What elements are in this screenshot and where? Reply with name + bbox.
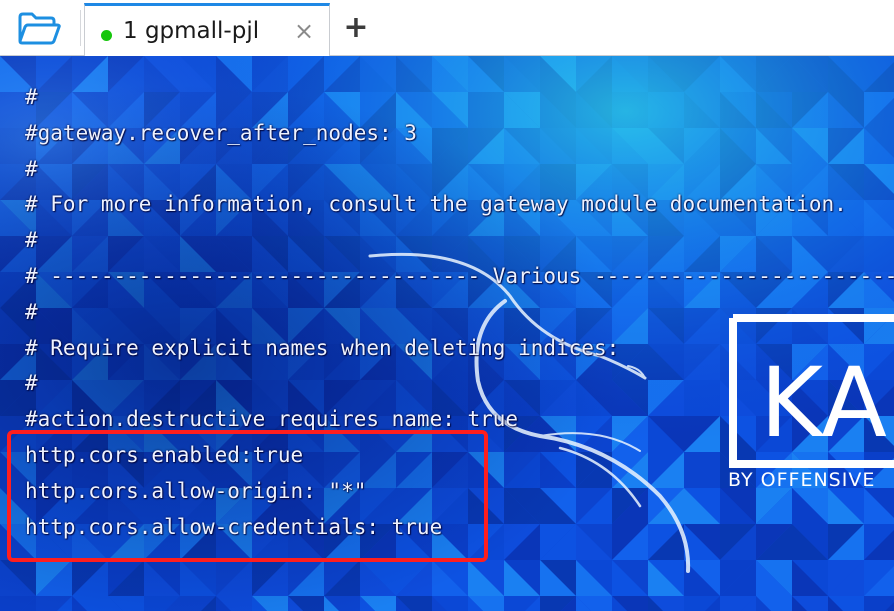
terminal-line: # — [25, 371, 38, 396]
terminal-line: # — [25, 156, 38, 181]
tab-gpmall-pjl[interactable]: 1 gpmall-pjl × — [84, 3, 330, 56]
tab-label: 1 gpmall-pjl — [123, 18, 260, 44]
terminal-line: # — [25, 299, 38, 324]
tab-divider — [80, 10, 81, 46]
terminal-line: # — [25, 85, 38, 109]
close-icon[interactable]: × — [291, 16, 317, 46]
add-tab-button[interactable]: + — [340, 10, 372, 46]
terminal-line: # For more information, consult the gate… — [25, 192, 847, 217]
folder-open-icon — [18, 12, 61, 45]
terminal-view[interactable]: KA BY OFFENSIVE # #gateway.recover_after_… — [0, 56, 894, 611]
tab-bar: 1 gpmall-pjl × + — [0, 0, 894, 56]
connection-status-dot — [101, 30, 112, 41]
terminal-line: # ---------------------------------- Var… — [25, 263, 894, 288]
open-session-button[interactable] — [10, 6, 68, 50]
highlight-annotation-box — [7, 430, 488, 562]
terminal-line: #gateway.recover_after_nodes: 3 — [25, 120, 417, 145]
terminal-app-window: 1 gpmall-pjl × + KA BY OFFENSIVE # #gate… — [0, 0, 894, 611]
terminal-line: # — [25, 228, 38, 253]
terminal-line: # Require explicit names when deleting i… — [25, 335, 620, 360]
